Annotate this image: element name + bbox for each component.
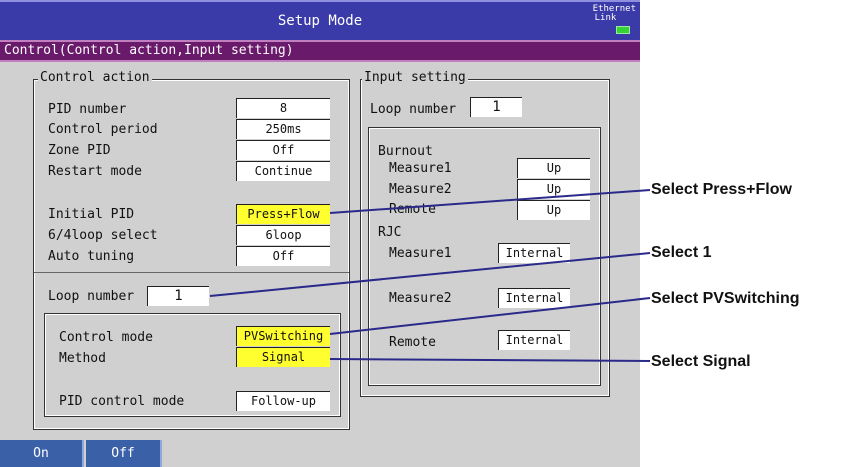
burnout-remote-label: Remote <box>389 202 436 217</box>
screen-title: Setup Mode <box>277 13 363 29</box>
burnout-measure2-label: Measure2 <box>389 182 452 197</box>
burnout-measure1-label: Measure1 <box>389 161 452 176</box>
softkey-bar: On Off <box>0 440 640 467</box>
rjc-measure1-label: Measure1 <box>389 246 452 261</box>
auto-tuning-label: Auto tuning <box>48 249 135 264</box>
control-mode-label: Control mode <box>59 330 153 345</box>
method-label: Method <box>59 351 106 366</box>
control-action-title: Control action <box>38 70 152 85</box>
callout-select-1: Select 1 <box>651 244 712 261</box>
rjc-measure2-label: Measure2 <box>389 291 452 306</box>
burnout-heading: Burnout <box>378 144 433 159</box>
restart-mode-field[interactable]: Continue <box>236 161 330 181</box>
control-action-divider <box>34 272 349 273</box>
burnout-remote-field[interactable]: Up <box>517 200 590 220</box>
pid-control-mode-field[interactable]: Follow-up <box>236 391 330 411</box>
menu-path-label: Control(Control action,Input setting) <box>4 43 294 58</box>
ethernet-status: Ethernet Link <box>593 5 636 23</box>
control-period-label: Control period <box>48 122 158 137</box>
input-setting-title: Input setting <box>362 70 468 85</box>
initial-pid-label: Initial PID <box>48 207 135 222</box>
pid-number-label: PID number <box>48 102 127 117</box>
zone-pid-field[interactable]: Off <box>236 140 330 160</box>
input-loop-number-label: Loop number <box>370 102 457 117</box>
pid-control-mode-label: PID control mode <box>59 394 185 409</box>
link-label: Link <box>594 13 617 23</box>
method-field[interactable]: Signal <box>236 347 330 367</box>
zone-pid-label: Zone PID <box>48 143 111 158</box>
input-loop-number-field[interactable]: 1 <box>470 97 522 117</box>
callout-select-signal: Select Signal <box>651 353 751 370</box>
on-softkey[interactable]: On <box>0 440 84 467</box>
device-screen: Setup Mode Ethernet Link Control(Control… <box>0 0 640 467</box>
loop-number-field[interactable]: 1 <box>147 286 209 306</box>
control-mode-field[interactable]: PVSwitching <box>236 326 330 346</box>
rjc-remote-label: Remote <box>389 335 436 350</box>
title-bar: Setup Mode Ethernet Link <box>0 0 640 40</box>
rjc-measure1-field[interactable]: Internal <box>498 243 570 263</box>
burnout-measure1-field[interactable]: Up <box>517 158 590 178</box>
loop-number-label: Loop number <box>48 289 135 304</box>
loop-select-field[interactable]: 6loop <box>236 225 330 245</box>
initial-pid-field[interactable]: Press+Flow <box>236 204 330 224</box>
rjc-remote-field[interactable]: Internal <box>498 330 570 350</box>
pid-number-field[interactable]: 8 <box>236 98 330 118</box>
auto-tuning-field[interactable]: Off <box>236 246 330 266</box>
burnout-measure2-field[interactable]: Up <box>517 179 590 199</box>
control-period-field[interactable]: 250ms <box>236 119 330 139</box>
callout-select-press-flow: Select Press+Flow <box>651 181 792 198</box>
link-indicator-icon <box>616 26 630 34</box>
loop-select-label: 6/4loop select <box>48 228 158 243</box>
restart-mode-label: Restart mode <box>48 164 142 179</box>
callout-select-pvswitching: Select PVSwitching <box>651 290 800 307</box>
menu-path-bar: Control(Control action,Input setting) <box>0 40 640 62</box>
rjc-measure2-field[interactable]: Internal <box>498 288 570 308</box>
off-softkey[interactable]: Off <box>86 440 162 467</box>
rjc-heading: RJC <box>378 225 402 240</box>
